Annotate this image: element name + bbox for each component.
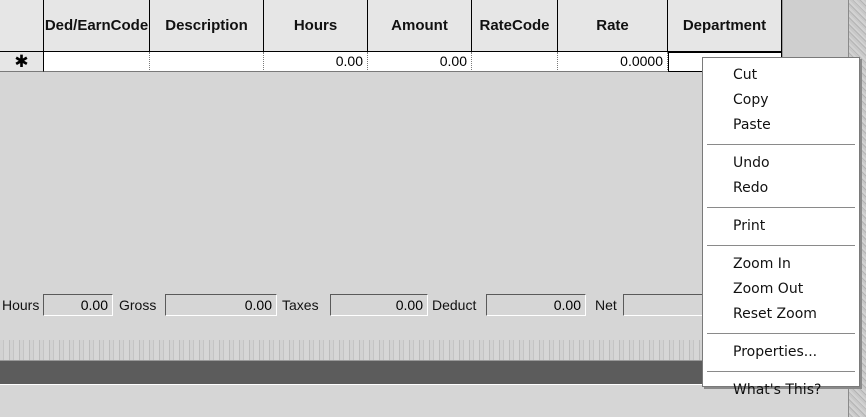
column-header-marker[interactable] (0, 0, 44, 52)
gross-total-label: Gross (119, 297, 157, 313)
cell-hours[interactable]: 0.00 (264, 52, 368, 72)
column-header-amount[interactable]: Amount (368, 0, 472, 52)
menu-separator (707, 245, 855, 246)
menu-separator (707, 144, 855, 145)
taxes-total-field: 0.00 (330, 294, 428, 316)
column-header-rate-code[interactable]: Rate Code (472, 0, 558, 52)
deduct-total-label: Deduct (432, 297, 477, 313)
context-menu: Cut Copy Paste Undo Redo Print Zoom In Zoom Out… (702, 57, 860, 398)
column-header-rate[interactable]: Rate (558, 0, 668, 52)
cell-description[interactable] (150, 52, 264, 72)
cell-rate-code[interactable] (472, 52, 558, 72)
taxes-total-label: Taxes (282, 297, 319, 313)
hours-total-label: Hours (2, 297, 40, 313)
new-row-marker-icon: ✱ (0, 52, 44, 72)
menu-item-paste[interactable]: Paste (703, 113, 859, 138)
menu-item-properties[interactable]: Properties... (703, 340, 859, 365)
menu-item-what-s-this[interactable]: What's This? (703, 378, 859, 403)
column-header-code[interactable]: Ded/Earn Code (44, 0, 150, 52)
menu-separator (707, 333, 855, 334)
column-header-department[interactable]: Department (668, 0, 782, 52)
cell-code[interactable] (44, 52, 150, 72)
menu-item-cut[interactable]: Cut (703, 63, 859, 88)
menu-item-zoom-in[interactable]: Zoom In (703, 252, 859, 277)
cell-amount[interactable]: 0.00 (368, 52, 472, 72)
column-header-hours[interactable]: Hours (264, 0, 368, 52)
menu-item-reset-zoom[interactable]: Reset Zoom (703, 302, 859, 327)
menu-item-undo[interactable]: Undo (703, 151, 859, 176)
hours-total-field: 0.00 (43, 294, 113, 316)
menu-item-copy[interactable]: Copy (703, 88, 859, 113)
cell-rate[interactable]: 0.0000 (558, 52, 668, 72)
menu-separator (707, 207, 855, 208)
column-header-description[interactable]: Description (150, 0, 264, 52)
deduct-total-field: 0.00 (486, 294, 586, 316)
grid-new-row[interactable]: ✱ 0.00 0.00 0.0000 (0, 52, 782, 72)
menu-separator (707, 371, 855, 372)
grid-header-row: Ded/Earn Code Description Hours Amount Rate Co… (0, 0, 782, 52)
net-total-label: Net (595, 297, 617, 313)
menu-item-print[interactable]: Print (703, 214, 859, 239)
gross-total-field: 0.00 (165, 294, 277, 316)
menu-item-zoom-out[interactable]: Zoom Out (703, 277, 859, 302)
menu-item-redo[interactable]: Redo (703, 176, 859, 201)
